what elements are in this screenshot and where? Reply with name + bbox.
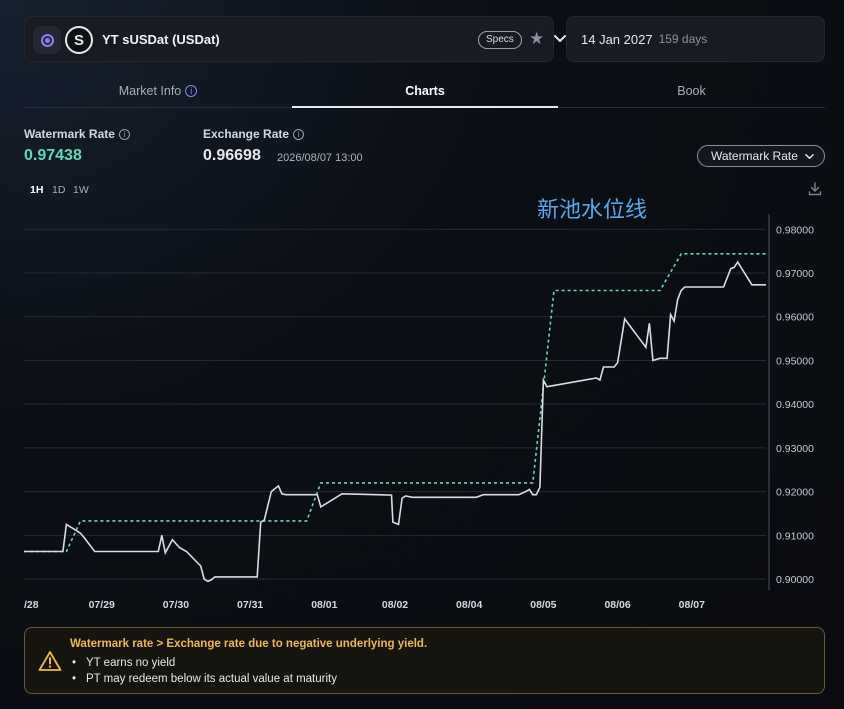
y-tick-label: 0.96000 (776, 312, 814, 324)
watermark-rate-label-text: Watermark Rate (24, 127, 115, 141)
exchange-rate-label-text: Exchange Rate (203, 127, 290, 141)
exchange-rate-label: Exchange Rate i (203, 127, 305, 141)
exchange-rate-timestamp: 2026/08/07 13:00 (277, 152, 363, 164)
dropdown-selected-value: Watermark Rate (711, 149, 798, 163)
maturity-card: 14 Jan 2027 159 days (566, 16, 825, 62)
chain-token-icon (33, 26, 61, 54)
x-tick-label: 08/04 (456, 599, 482, 611)
tab-book[interactable]: Book (558, 84, 825, 108)
x-tick-label: 07/30 (163, 599, 189, 611)
chevron-down-icon[interactable] (553, 29, 567, 49)
watermark-rate-label: Watermark Rate i (24, 127, 130, 141)
x-tick-label: 07/29 (89, 599, 115, 611)
x-tick-label: 08/02 (382, 599, 408, 611)
x-axis-ticks: /28 07/29 07/30 07/31 08/01 08/02 08/04 08/05 08… (24, 599, 705, 611)
period-1d-button[interactable]: 1D (52, 184, 65, 196)
info-icon[interactable]: i (118, 129, 130, 140)
y-tick-label: 0.97000 (776, 268, 814, 280)
x-tick-label: 08/01 (311, 599, 337, 611)
x-tick-label: /28 (24, 599, 39, 611)
x-tick-label: 07/31 (237, 599, 263, 611)
download-icon[interactable] (808, 182, 822, 196)
warning-list: YT earns no yield PT may redeem below it… (70, 655, 337, 687)
tab-market-info[interactable]: Market Info i (24, 84, 292, 108)
info-icon: i (185, 85, 198, 97)
specs-button[interactable]: Specs (478, 31, 522, 49)
tab-bar: Market Info i Charts Book (24, 84, 825, 108)
watermark-rate-series-line (24, 253, 766, 553)
rate-type-dropdown[interactable]: Watermark Rate (697, 145, 825, 167)
rate-chart[interactable]: 0.98000 0.97000 0.96000 0.95000 0.94000 0.930… (0, 210, 844, 615)
market-title: YT sUSDat (USDat) (102, 32, 220, 47)
period-1h-button[interactable]: 1H (30, 184, 43, 196)
x-tick-label: 08/06 (604, 599, 630, 611)
market-selector[interactable]: S YT sUSDat (USDat) Specs ★ (24, 16, 566, 62)
tab-charts[interactable]: Charts (292, 84, 558, 108)
logo-letter: S (73, 31, 84, 49)
info-icon[interactable]: i (293, 129, 305, 140)
susdat-logo-icon: S (65, 26, 93, 54)
y-tick-label: 0.91000 (776, 530, 814, 542)
tab-market-info-label: Market Info (118, 84, 182, 98)
y-tick-label: 0.92000 (776, 487, 814, 499)
star-icon[interactable]: ★ (529, 29, 544, 49)
warning-bullet: YT earns no yield (70, 655, 337, 671)
days-left: 159 days (658, 32, 708, 46)
exchange-rate-value: 0.96698 (203, 147, 261, 164)
y-tick-label: 0.95000 (776, 355, 814, 367)
x-tick-label: 08/07 (679, 599, 705, 611)
period-1w-button[interactable]: 1W (73, 184, 89, 196)
warning-icon (38, 651, 62, 671)
watermark-rate-value: 0.97438 (24, 147, 82, 164)
chart-grid (24, 228, 766, 580)
y-tick-label: 0.98000 (776, 224, 814, 236)
x-tick-label: 08/05 (530, 599, 556, 611)
chevron-down-icon (805, 153, 814, 160)
y-tick-label: 0.90000 (776, 574, 814, 586)
maturity-date: 14 Jan 2027 (581, 31, 653, 47)
y-tick-label: 0.93000 (776, 443, 814, 455)
y-axis-ticks: 0.98000 0.97000 0.96000 0.95000 0.94000 0.930… (776, 224, 814, 586)
y-tick-label: 0.94000 (776, 399, 814, 411)
warning-banner: Watermark rate > Exchange rate due to ne… (24, 627, 825, 694)
warning-title: Watermark rate > Exchange rate due to ne… (70, 638, 428, 650)
exchange-rate-series-line (24, 260, 766, 583)
warning-bullet: PT may redeem below its actual value at … (70, 671, 337, 687)
